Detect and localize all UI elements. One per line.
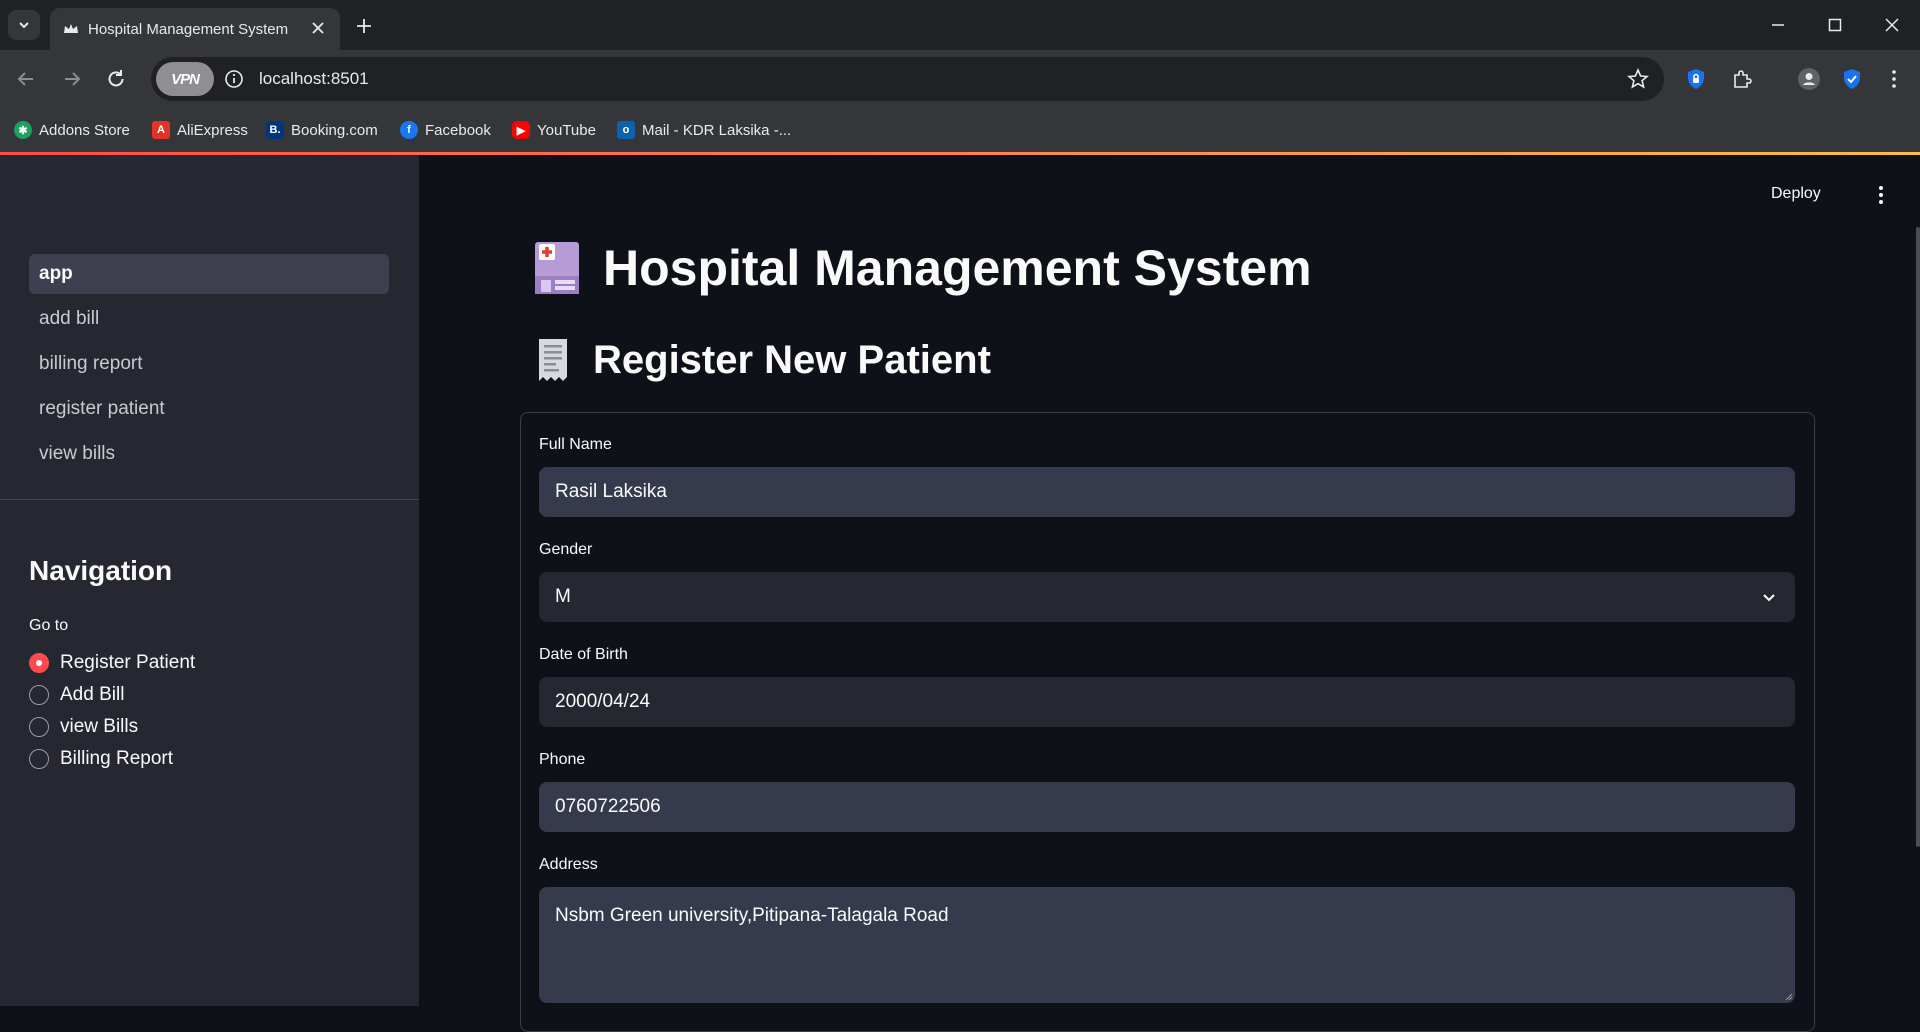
chevron-down-icon — [19, 22, 29, 29]
radio-button[interactable] — [29, 749, 49, 769]
navigation-radio-group: Register Patient Add Bill view Bills Bil… — [29, 647, 195, 775]
bookmark-star-icon[interactable] — [1626, 67, 1650, 91]
bookmarks-bar: ✱ Addons Store A AliExpress B. Booking.c… — [0, 108, 1920, 152]
security-shield-icon[interactable] — [1840, 67, 1864, 91]
radio-button[interactable] — [29, 685, 49, 705]
phone-label: Phone — [539, 751, 586, 768]
aliexpress-icon: A — [152, 121, 170, 139]
address-value: Nsbm Green university,Pitipana-Talagala … — [555, 905, 949, 926]
radio-option-register-patient[interactable]: Register Patient — [29, 647, 195, 679]
gender-label: Gender — [539, 541, 593, 558]
gender-select[interactable]: M — [539, 572, 1795, 622]
new-tab-plus-icon[interactable] — [352, 14, 376, 38]
register-patient-form: Full Name Rasil Laksika Gender M Date of… — [520, 412, 1815, 1032]
minimize-icon[interactable] — [1766, 13, 1790, 37]
reload-icon[interactable] — [104, 67, 128, 91]
sidebar-item-register-patient[interactable]: register patient — [29, 389, 389, 429]
tab-title: Hospital Management System — [88, 21, 289, 38]
bookmark-label: Booking.com — [291, 121, 378, 139]
radio-button-selected[interactable] — [29, 653, 49, 673]
goto-label: Go to — [29, 617, 69, 634]
bookmark-booking[interactable]: B. Booking.com — [266, 120, 378, 140]
bookmark-label: Addons Store — [39, 121, 130, 139]
maximize-icon[interactable] — [1823, 13, 1847, 37]
full-name-label: Full Name — [539, 436, 612, 453]
bookmark-mail[interactable]: o Mail - KDR Laksika -... — [617, 120, 791, 140]
main-content: Deploy Hospital Management System Regist… — [419, 155, 1920, 1032]
streamlit-crown-icon — [64, 24, 78, 33]
deploy-button[interactable]: Deploy — [1771, 185, 1821, 203]
sidebar-item-app[interactable]: app — [29, 254, 389, 294]
profile-avatar-icon[interactable] — [1797, 67, 1821, 91]
site-info-icon[interactable] — [223, 68, 245, 90]
booking-icon: B. — [266, 121, 284, 139]
register-heading: Register New Patient — [593, 337, 991, 382]
radio-label: Register Patient — [60, 652, 196, 673]
sidebar-item-billing-report[interactable]: billing report — [29, 344, 389, 384]
radio-option-add-bill[interactable]: Add Bill — [29, 679, 195, 711]
bookmark-label: AliExpress — [177, 121, 248, 139]
bookmark-label: Mail - KDR Laksika -... — [642, 121, 792, 139]
sidebar-item-add-bill[interactable]: add bill — [29, 299, 389, 339]
bookmark-youtube[interactable]: ▶ YouTube — [512, 120, 596, 140]
tab-search-button[interactable] — [8, 10, 40, 40]
chevron-down-icon — [1763, 594, 1775, 602]
sidebar: app add bill billing report register pat… — [0, 155, 419, 1006]
dob-date-input[interactable]: 2000/04/24 — [539, 677, 1795, 727]
page-title: Hospital Management System — [533, 233, 1312, 303]
browser-tab[interactable]: Hospital Management System — [50, 8, 340, 50]
forward-arrow-icon[interactable] — [60, 67, 84, 91]
app-title: Hospital Management System — [603, 240, 1312, 296]
receipt-icon — [539, 339, 567, 381]
radio-option-billing-report[interactable]: Billing Report — [29, 743, 195, 775]
section-title: Register New Patient — [533, 335, 991, 385]
navigation-heading: Navigation — [29, 555, 173, 586]
outlook-icon: o — [617, 121, 635, 139]
hospital-icon — [535, 242, 579, 294]
bookmark-addons-store[interactable]: ✱ Addons Store — [14, 120, 130, 140]
url-text: localhost:8501 — [259, 69, 369, 88]
close-icon[interactable] — [308, 18, 328, 38]
resize-grip-icon[interactable] — [1783, 991, 1793, 1001]
scrollbar[interactable] — [1916, 227, 1920, 847]
bookmark-aliexpress[interactable]: A AliExpress — [152, 120, 248, 140]
puzzle-addons-icon: ✱ — [14, 121, 32, 139]
vpn-badge[interactable]: VPN — [156, 62, 214, 96]
bookmark-label: YouTube — [537, 121, 596, 139]
bookmark-facebook[interactable]: f Facebook — [400, 120, 491, 140]
address-label: Address — [539, 856, 598, 873]
gender-selected-value: M — [555, 586, 571, 607]
sidebar-page-nav: app add bill billing report register pat… — [29, 254, 389, 479]
sidebar-item-view-bills[interactable]: view bills — [29, 434, 389, 474]
browser-toolbar: VPN localhost:8501 — [0, 50, 1920, 108]
browser-tab-strip: Hospital Management System — [0, 0, 1920, 50]
radio-option-view-bills[interactable]: view Bills — [29, 711, 195, 743]
extensions-puzzle-icon[interactable] — [1730, 67, 1754, 91]
radio-label: Add Bill — [60, 684, 125, 705]
bookmark-label: Facebook — [425, 121, 491, 139]
full-name-input[interactable]: Rasil Laksika — [539, 467, 1795, 517]
radio-label: Billing Report — [60, 748, 173, 769]
dob-label: Date of Birth — [539, 646, 628, 663]
phone-input[interactable]: 0760722506 — [539, 782, 1795, 832]
browser-menu-kebab-icon[interactable] — [1882, 67, 1906, 91]
sidebar-divider — [0, 499, 419, 500]
password-manager-icon[interactable] — [1684, 67, 1708, 91]
address-bar[interactable]: VPN localhost:8501 — [151, 57, 1664, 101]
radio-button[interactable] — [29, 717, 49, 737]
window-close-icon[interactable] — [1880, 13, 1904, 37]
facebook-icon: f — [400, 121, 418, 139]
back-arrow-icon[interactable] — [14, 67, 38, 91]
radio-label: view Bills — [60, 716, 139, 737]
youtube-icon: ▶ — [512, 121, 530, 139]
address-textarea[interactable]: Nsbm Green university,Pitipana-Talagala … — [539, 887, 1795, 1003]
app-menu-kebab-icon[interactable] — [1871, 184, 1891, 206]
